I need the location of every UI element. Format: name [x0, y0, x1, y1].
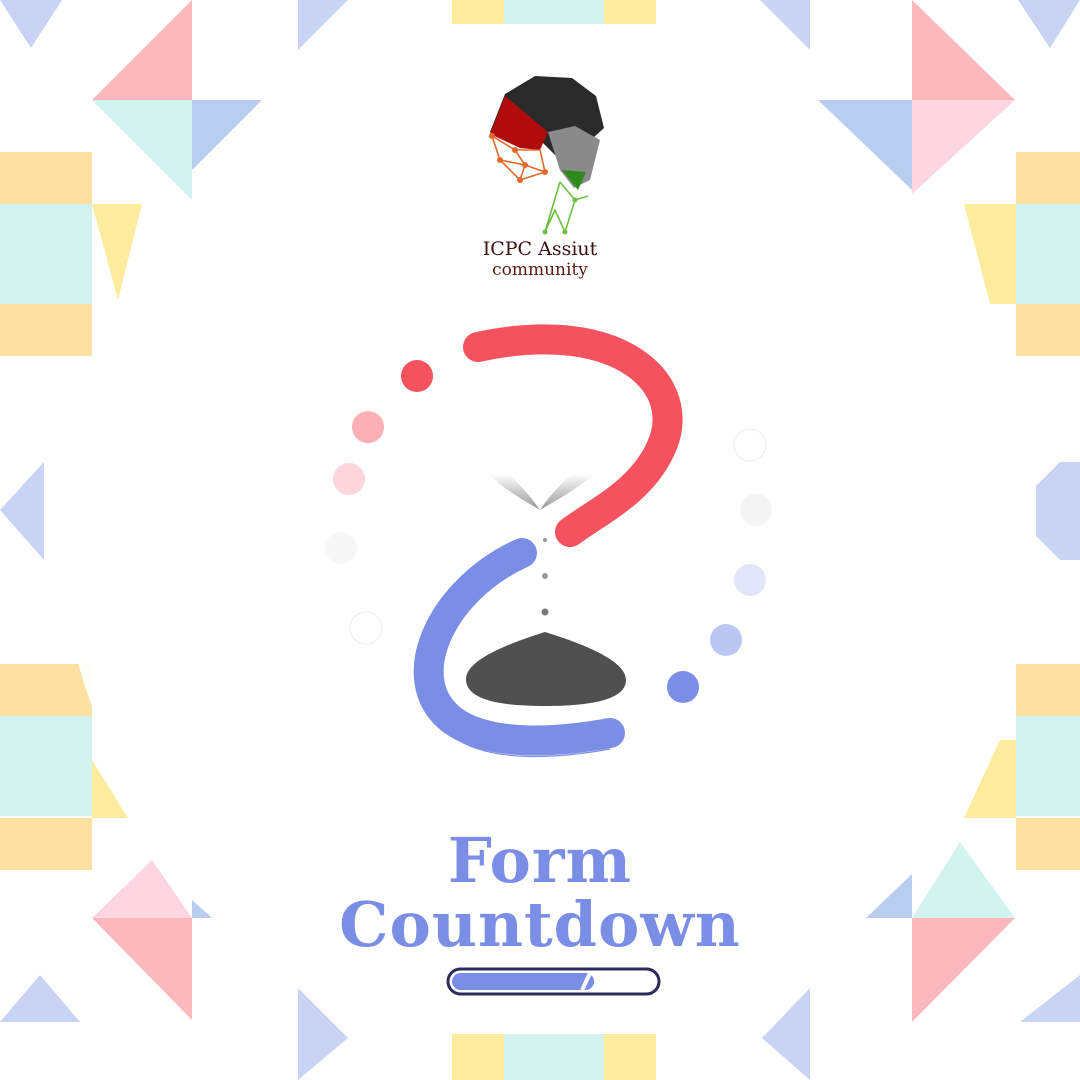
- poster: ICPC Assiut community Form Countdown: [0, 0, 1080, 1080]
- progress-bar: [446, 967, 661, 996]
- progress-fill: [452, 973, 595, 990]
